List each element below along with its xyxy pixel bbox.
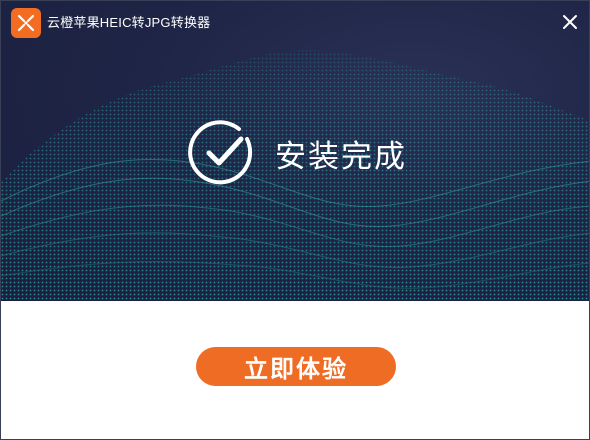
action-area: 立即体验 (1, 301, 589, 439)
start-now-button[interactable]: 立即体验 (196, 347, 396, 386)
window-title: 云橙苹果HEIC转JPG转换器 (47, 15, 211, 30)
close-icon[interactable] (559, 11, 581, 33)
banner: 云橙苹果HEIC转JPG转换器 安装完成 (1, 1, 589, 301)
title-bar: 云橙苹果HEIC转JPG转换器 (1, 1, 589, 41)
install-success: 安装完成 (187, 117, 407, 189)
status-message: 安装完成 (275, 138, 407, 175)
app-logo-icon (11, 8, 41, 38)
check-circle-icon (188, 120, 253, 185)
installer-window: 云橙苹果HEIC转JPG转换器 安装完成 立即体验 (0, 0, 590, 440)
